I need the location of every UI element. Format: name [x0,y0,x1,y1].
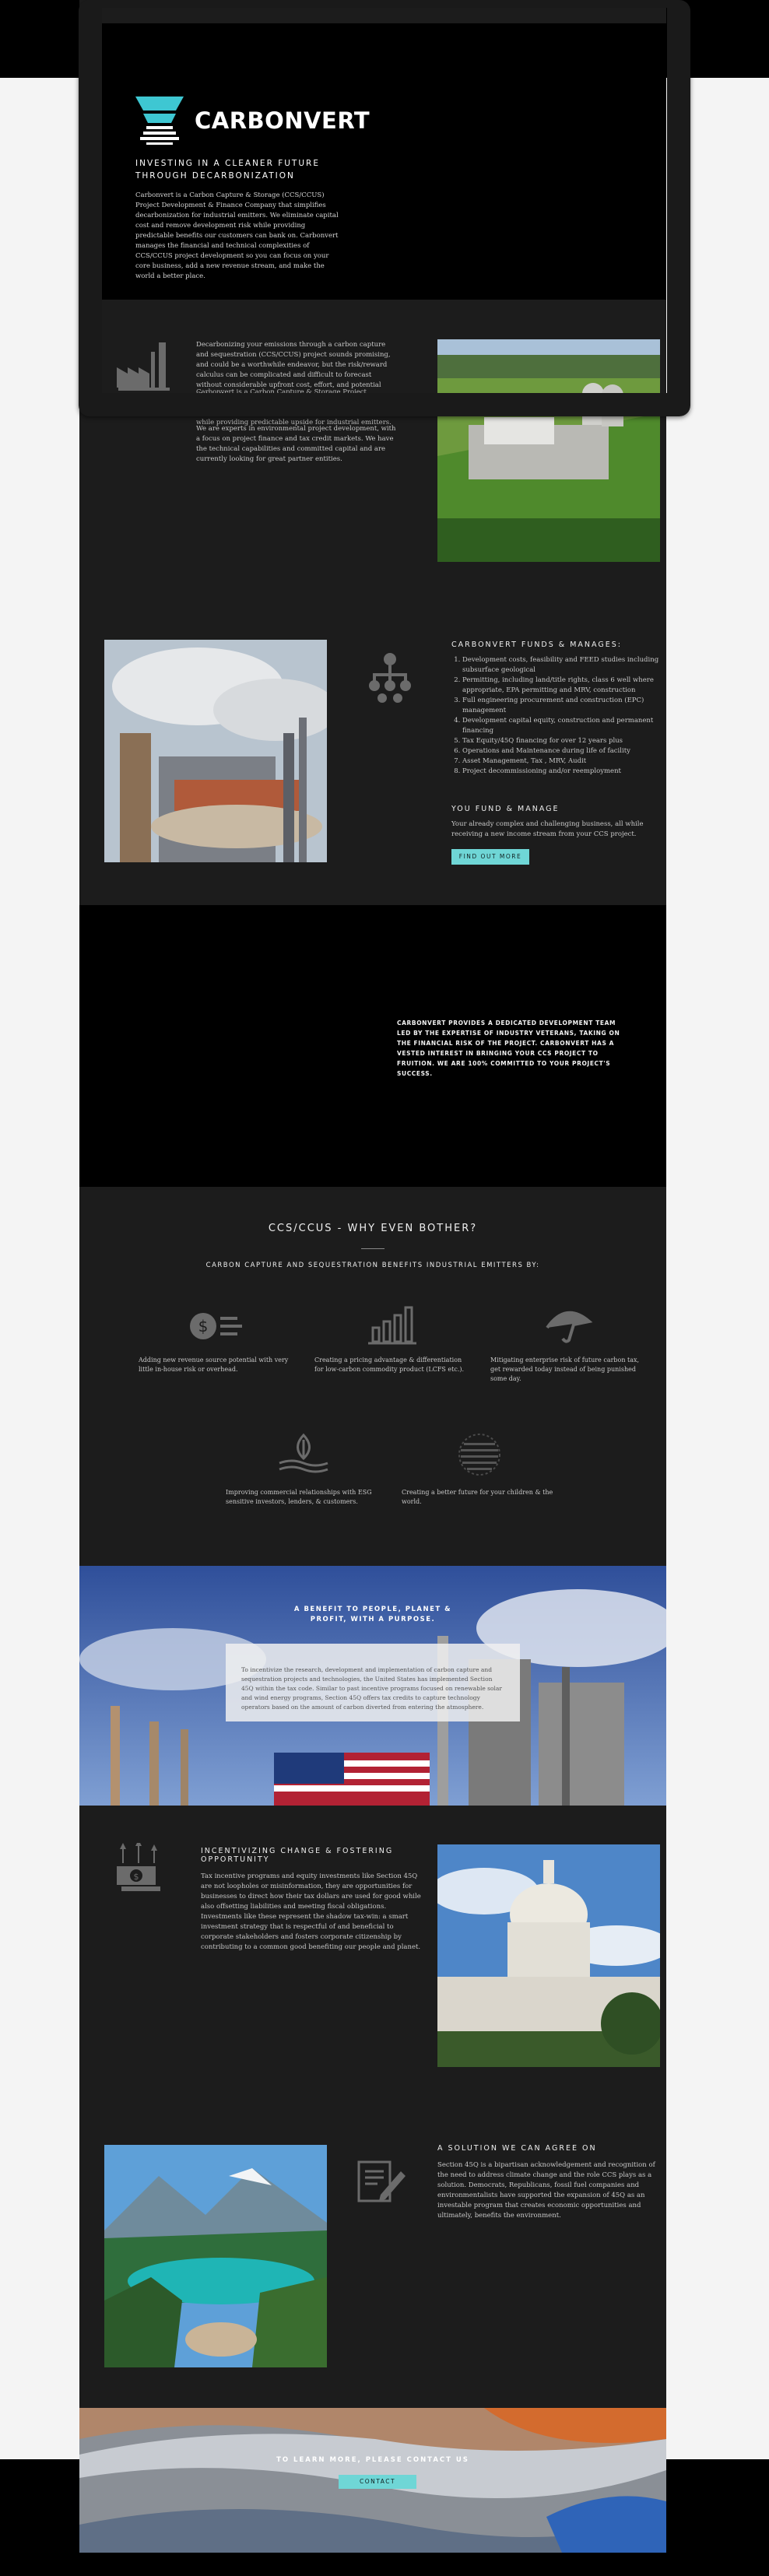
incentive-title: INCENTIVIZING CHANGE & FOSTERING OPPORTU… [201,1847,394,1864]
benefit-body: To incentivize the research, development… [241,1666,502,1711]
contact-title: TO LEARN MORE, PLEASE CONTACT US [276,2456,469,2464]
bar-chart-icon [368,1306,416,1345]
funds-list-item: Development capital equity, construction… [462,716,662,736]
benefit-item: Creating a pricing advantage & different… [314,1304,470,1374]
globe-icon [458,1434,500,1476]
benefit-text: Adding new revenue source potential with… [139,1356,289,1373]
benefit-item: Mitigating enterprise risk of future car… [490,1304,646,1384]
why-subtitle: CARBON CAPTURE AND SEQUESTRATION BENEFIT… [205,1262,540,1269]
funds-list-item: Development costs, feasibility and FEED … [462,655,662,676]
contact-button-wrap: CONTACT [339,2475,416,2489]
incentive-block: INCENTIVIZING CHANGE & FOSTERING OPPORTU… [201,1847,423,1953]
svg-text:$: $ [198,1317,209,1335]
benefit-title-text: A BENEFIT TO PEOPLE, PLANET & PROFIT, WI… [293,1606,452,1623]
org-chart-icon [366,652,414,707]
benefit-text: Creating a pricing advantage & different… [314,1356,465,1373]
funds-list-item: Project decommissioning and/or reemploym… [462,767,662,777]
funds-list-item: Tax Equity/45Q financing for over 12 yea… [462,736,662,746]
statement-section: CARBONVERT PROVIDES A DEDICATED DEVELOPM… [79,905,666,1187]
why-title: CCS/CCUS - WHY EVEN BOTHER? [268,1223,478,1234]
document-pen-icon [357,2160,409,2207]
why-divider [361,1248,384,1249]
benefit-card: To incentivize the research, development… [226,1644,520,1721]
statement-text: CARBONVERT PROVIDES A DEDICATED DEVELOPM… [397,1020,620,1077]
benefit-item: Improving commercial relationships with … [226,1432,381,1507]
contact-section: TO LEARN MORE, PLEASE CONTACT US CONTACT [79,2408,666,2553]
incentive-body: Tax incentive programs and equity invest… [201,1872,421,1951]
benefit-item: Creating a better future for your childr… [402,1432,557,1507]
funds-list-item: Asset Management, Tax , MRV, Audit [462,756,662,767]
benefit-text: Creating a better future for your childr… [402,1489,553,1505]
funds-list-item: Permitting, including land/title rights,… [462,676,662,696]
funds-list-item: Full engineering procurement and constru… [462,696,662,716]
capitol-photo [437,1844,660,2067]
funds-title: CARBONVERT FUNDS & MANAGES: [451,640,622,649]
benefit-text: Mitigating enterprise risk of future car… [490,1356,640,1382]
refinery-photo [104,640,327,862]
you-fund-body: Your already complex and challenging bus… [451,820,644,838]
benefit-banner: A BENEFIT TO PEOPLE, PLANET & PROFIT, WI… [79,1566,666,1806]
benefit-title: A BENEFIT TO PEOPLE, PLANET & PROFIT, WI… [79,1605,666,1625]
solution-body: Section 45Q is a bipartisan acknowledgem… [437,2161,655,2220]
contact-button[interactable]: CONTACT [339,2475,416,2489]
hero-frame [79,0,666,416]
leaf-hand-icon [279,1433,328,1473]
umbrella-icon [546,1311,593,1343]
dollar-coin-icon: $ [190,1313,242,1339]
solution-title: A SOLUTION WE CAN AGREE ON [437,2144,597,2153]
funds-list-item: Operations and Maintenance during life o… [462,746,662,756]
page: CARBONVERT INVESTING IN A CLEANER FUTURE… [79,0,666,2553]
benefit-item: $ Adding new revenue source potential wi… [139,1307,294,1374]
benefit-text: Improving commercial relationships with … [226,1489,372,1505]
lake-mountain-photo [104,2145,327,2367]
funds-block: CARBONVERT FUNDS & MANAGES: Development … [451,640,662,865]
svg-text:$: $ [134,1872,139,1882]
find-out-more-button[interactable]: FIND OUT MORE [451,849,529,865]
money-stack-icon: $ [115,1840,170,1896]
intro-paragraph-3: We are experts in environmental project … [196,425,396,463]
funds-list: Development costs, feasibility and FEED … [451,655,662,777]
solution-block: A SOLUTION WE CAN AGREE ON Section 45Q i… [437,2144,660,2221]
you-fund-title: YOU FUND & MANAGE [451,805,560,813]
